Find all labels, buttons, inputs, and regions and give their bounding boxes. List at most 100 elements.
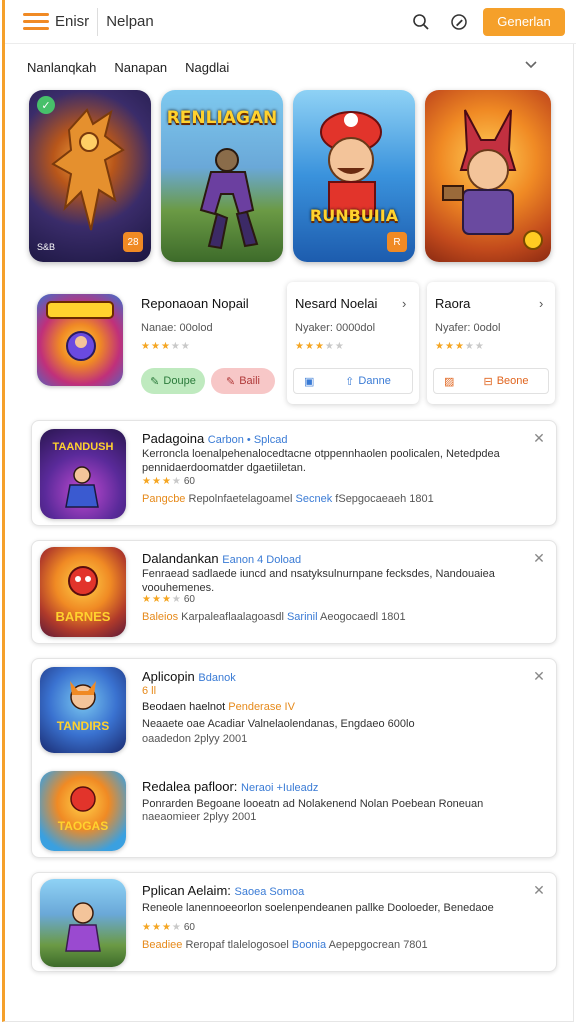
close-icon[interactable]: ✕ <box>532 669 546 683</box>
app-subtag: 6 ll <box>142 685 157 697</box>
footer-gray-2: fSepgocaeaeh 1801 <box>335 493 434 505</box>
app-meta: Nanae: 00olod <box>141 322 213 334</box>
app-footer: Baleios Karpaleaflaalagoasdl Sarinil Aeo… <box>142 611 406 623</box>
app-frame: Enisr Nelpan Generlan Nanlanqkah Nanapan… <box>2 0 576 1022</box>
featured-card[interactable]: RUNBUIIA R <box>293 90 415 262</box>
mini-card[interactable]: Raora › Nyafer: 0odol ★ ★ ★ ★ ★ ▨ ⊟ Beone <box>427 282 555 404</box>
app-date: naeaomieer 2plyy 2001 <box>142 811 257 823</box>
app-meta: Nyafer: 0odol <box>435 322 501 334</box>
top-bar: Enisr Nelpan Generlan <box>5 0 576 44</box>
app-title[interactable]: Padagoina Carbon • Splcad <box>142 431 287 446</box>
install-label: Danne <box>358 375 391 387</box>
app-tag: Carbon • Splcad <box>207 434 288 446</box>
app-meta: Nyaker: 0000dol <box>295 322 376 334</box>
download-label: Doupe <box>163 375 196 387</box>
rating-count: 60 <box>183 594 195 605</box>
footer-blue: Boonia <box>291 939 327 951</box>
app-description: Ponrarden Begoane looeatn ad Nolakenend … <box>142 798 484 810</box>
rating-stars: ★ ★ ★ ★ 60 <box>142 594 195 605</box>
footer-gray-2: Aeogocaedl 1801 <box>319 611 406 623</box>
app-tag: Bdanok <box>198 672 236 684</box>
brand-label: Enisr <box>55 13 90 30</box>
app-icon[interactable]: TAANDUSH <box>40 429 126 519</box>
app-icon[interactable] <box>37 294 123 386</box>
close-icon[interactable]: ✕ <box>532 431 546 445</box>
app-date: oaadedon 2plyy 2001 <box>142 733 248 745</box>
list-group: TANDIRS ✕ Aplicopin Bdanok 6 ll Beodaen … <box>31 658 557 858</box>
app-description: Neaaete oae Acadiar Valnelaolendanas, En… <box>142 718 415 730</box>
category-tabs: Nanlanqkah Nanapan Nagdlai <box>27 58 557 76</box>
app-icon[interactable]: TANDIRS <box>40 667 126 753</box>
app-icon[interactable] <box>40 879 126 967</box>
icon-text: TAOGAS <box>57 819 109 833</box>
app-title[interactable]: Aplicopin Bdanok <box>142 669 236 684</box>
get-button[interactable]: Generlan <box>483 7 565 36</box>
gift-icon: ⊟ <box>483 375 493 388</box>
menu-icon[interactable] <box>23 9 49 35</box>
rating-count: 60 <box>183 476 195 487</box>
icon-text: TANDIRS <box>56 719 110 733</box>
footer-blue: Secnek <box>295 493 333 505</box>
list-item[interactable]: BARNES ✕ Dalandankan Eanon 4 Doload Fenr… <box>31 540 557 644</box>
mini-card[interactable]: Nesard Noelai › Nyaker: 0000dol ★ ★ ★ ★ ★ ▣ … <box>287 282 419 404</box>
rating-stars: ★ ★ ★ ★ ★ <box>295 341 344 352</box>
tab-1[interactable]: Nanlanqkah <box>27 60 96 75</box>
footer-gray: Repolnfaetelagoamel <box>188 493 293 505</box>
tab-2[interactable]: Nanapan <box>114 60 167 75</box>
chevron-down-icon[interactable] <box>523 56 539 72</box>
list-item[interactable]: TAANDUSH ✕ Padagoina Carbon • Splcad Ker… <box>31 420 557 526</box>
app-footer: Beadiee Reropaf tlalelogosoel Boonia Aep… <box>142 939 428 951</box>
divider <box>97 7 99 36</box>
app-title[interactable]: Dalandankan Eanon 4 Doload <box>142 551 301 566</box>
footer-gray: Reropaf tlalelogosoel <box>185 939 289 951</box>
rating-count: 60 <box>183 922 195 933</box>
save-icon: ▣ <box>304 375 315 388</box>
edit-icon[interactable] <box>445 8 473 36</box>
section-recommended: Reponaoan Nopail Nanae: 00olod ★ ★ ★ ★ ★ ✎ Do… <box>29 282 559 406</box>
chevron-right-icon[interactable]: › <box>402 296 406 311</box>
rating-stars: ★ ★ ★ ★ 60 <box>142 476 195 487</box>
image-icon: ▨ <box>444 375 455 388</box>
icon-text: BARNES <box>55 609 111 624</box>
footer-orange: Pangcbe <box>142 493 186 505</box>
app-icon[interactable]: BARNES <box>40 547 126 637</box>
featured-carousel: ✓ S&B 28 RENLIAGAN RUNBUIIA R <box>29 90 559 262</box>
app-tag: Eanon 4 Doload <box>222 554 302 566</box>
featured-title: RUNBUIIA <box>309 206 399 225</box>
close-icon[interactable]: ✕ <box>532 551 546 565</box>
rating-stars: ★ ★ ★ ★ ★ <box>435 341 484 352</box>
close-icon[interactable]: ✕ <box>532 883 546 897</box>
app-icon[interactable]: TAOGAS <box>40 771 126 851</box>
app-title[interactable]: Nesard Noelai <box>295 296 377 311</box>
footer-blue: Sarinil <box>286 611 318 623</box>
featured-card[interactable]: ✓ S&B 28 <box>29 90 151 262</box>
app-title[interactable]: Raora <box>435 296 470 311</box>
share-icon: ⇧ <box>345 375 355 388</box>
install-button[interactable]: ▣ ⇧ Danne <box>293 368 413 394</box>
tab-3[interactable]: Nagdlai <box>185 60 229 75</box>
featured-card[interactable]: RENLIAGAN <box>161 90 283 262</box>
install-button[interactable]: ▨ ⊟ Beone <box>433 368 549 394</box>
app-tag: Neraoi +Iuleadz <box>241 782 319 794</box>
download-button[interactable]: ✎ Doupe <box>141 368 205 394</box>
app-tag: Saoea Somoa <box>234 886 305 898</box>
rating-stars: ★ ★ ★ ★ ★ <box>141 341 190 352</box>
footer-gray: Karpaleaflaalagoasdl <box>181 611 284 623</box>
chevron-right-icon[interactable]: › <box>539 296 543 311</box>
app-description: Fenraead sadlaede iuncd and nsatyksulnur… <box>142 568 495 594</box>
featured-card[interactable] <box>425 90 551 262</box>
app-title[interactable]: Redalea pafloor: Neraoi +Iuleadz <box>142 779 318 794</box>
install-label: Beone <box>496 375 529 387</box>
app-line-tag: Penderase IV <box>228 701 295 713</box>
app-title[interactable]: Reponaoan Nopail <box>141 296 249 311</box>
pencil-icon: ✎ <box>225 375 236 388</box>
app-description: Kerroncla loenalpehenalocedtacne otppenn… <box>142 448 500 474</box>
app-title[interactable]: Pplican Aelaim: Saoea Somoa <box>142 883 304 898</box>
featured-corner-badge: 28 <box>123 232 143 252</box>
rating-stars: ★ ★ ★ ★ 60 <box>142 922 195 933</box>
search-input[interactable]: Nelpan <box>106 13 407 30</box>
search-icon[interactable] <box>407 8 435 36</box>
wishlist-button[interactable]: ✎ Baili <box>211 368 275 394</box>
footer-orange: Baleios <box>142 611 179 623</box>
list-item[interactable]: ✕ Pplican Aelaim: Saoea Somoa Reneole la… <box>31 872 557 972</box>
